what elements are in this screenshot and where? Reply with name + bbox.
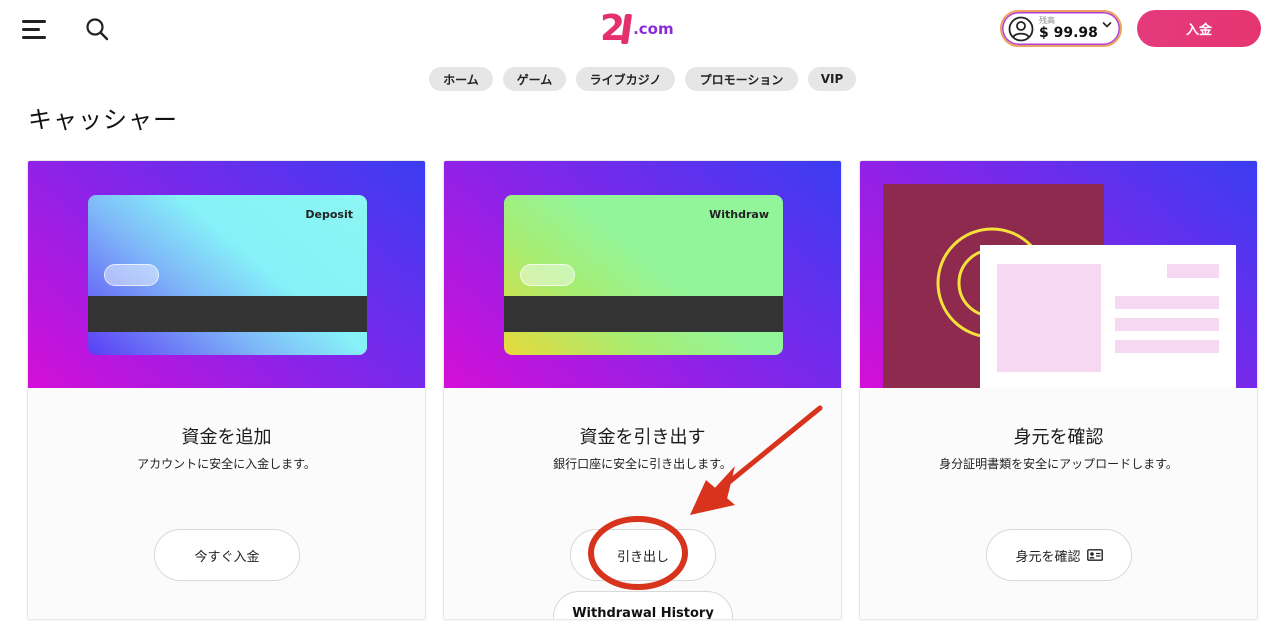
logo-domain: .com (633, 20, 674, 38)
withdrawal-history-button[interactable]: Withdrawal History (553, 591, 733, 619)
deposit-card-illustration: Deposit (88, 195, 367, 355)
logo-number: 2 (600, 8, 625, 49)
deposit-now-button[interactable]: 今すぐ入金 (154, 529, 300, 581)
verify-card-description: 身分証明書類を安全にアップロードします。 (939, 457, 1178, 471)
id-document-illustration (883, 184, 1236, 388)
deposit-card: Deposit 資金を追加 アカウントに安全に入金します。 今すぐ入金 (27, 160, 426, 620)
verify-identity-label: 身元を確認 (1015, 549, 1081, 565)
verify-card-title: 身元を確認 (1013, 427, 1104, 448)
nav-item-vip[interactable]: VIP (808, 67, 856, 91)
deposit-card-description: アカウントに安全に入金します。 (137, 457, 316, 471)
page-title: キャッシャー (28, 106, 178, 134)
withdraw-card-label: Withdraw (709, 208, 769, 221)
balance-dropdown[interactable]: 残高 $ 99.98 (1000, 10, 1122, 47)
deposit-card-title: 資金を追加 (181, 427, 272, 448)
withdraw-card-illustration: Withdraw (504, 195, 783, 355)
avatar-icon (1008, 16, 1034, 41)
nav-item-games[interactable]: ゲーム (503, 67, 566, 91)
balance-value: $ 99.98 (1039, 25, 1098, 41)
nav-item-promotions[interactable]: プロモーション (685, 67, 798, 91)
verify-identity-button[interactable]: 身元を確認 (986, 529, 1132, 581)
verify-banner (860, 161, 1257, 388)
withdraw-card: Withdraw 資金を引き出す 銀行口座に安全に引き出します。 引き出し Wi… (443, 160, 842, 620)
verify-identity-card: 身元を確認 身分証明書類を安全にアップロードします。 身元を確認 (859, 160, 1258, 620)
withdraw-button[interactable]: 引き出し (570, 529, 716, 581)
card-chip (104, 264, 159, 286)
withdraw-card-title: 資金を引き出す (579, 427, 706, 448)
balance-label: 残高 (1039, 16, 1055, 25)
id-card-icon (1086, 549, 1103, 561)
nav-item-home[interactable]: ホーム (429, 67, 493, 91)
deposit-banner: Deposit (28, 161, 425, 388)
site-logo[interactable]: 2 .com (600, 8, 674, 48)
chevron-down-icon (1102, 21, 1112, 28)
main-nav: ホーム ゲーム ライブカジノ プロモーション VIP (0, 67, 1266, 91)
nav-item-live-casino[interactable]: ライブカジノ (576, 67, 675, 91)
deposit-card-label: Deposit (305, 208, 353, 221)
search-icon[interactable] (84, 16, 110, 42)
menu-icon[interactable] (22, 18, 48, 40)
header-deposit-button[interactable]: 入金 (1137, 10, 1261, 47)
logo-mark (620, 14, 633, 44)
withdraw-banner: Withdraw (444, 161, 841, 388)
card-stripe (88, 296, 367, 332)
card-stripe (504, 296, 783, 332)
header: 2 .com 残高 $ 99.98 入金 (0, 0, 1266, 60)
withdraw-card-description: 銀行口座に安全に引き出します。 (553, 457, 732, 471)
card-chip (520, 264, 575, 286)
